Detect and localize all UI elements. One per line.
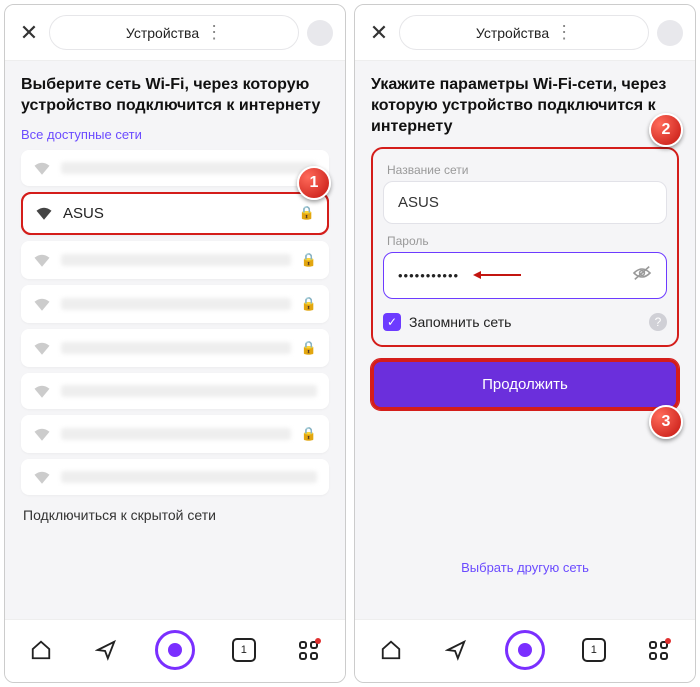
wifi-ssid-blurred [61,428,291,440]
wifi-icon [35,206,53,220]
screen-enter-password: ✕ Устройства ⋮ Укажите параметры Wi-Fi-с… [354,4,696,683]
nav-tabs-icon[interactable]: 1 [578,636,610,664]
wifi-ssid-blurred [61,342,291,354]
password-label: Пароль [387,234,663,248]
help-icon[interactable]: ? [649,313,667,331]
notification-dot [665,638,671,644]
content-area: Укажите параметры Wi-Fi-сети, через кото… [355,61,695,619]
wifi-icon [33,384,51,398]
more-icon[interactable]: ⋮ [555,22,572,43]
wifi-ssid-blurred [61,254,291,266]
lock-icon: 🔒 [301,340,317,356]
wifi-row[interactable] [21,150,329,186]
nav-alice-icon[interactable] [505,630,545,670]
nav-home-icon[interactable] [375,636,407,664]
page-title-pill[interactable]: Устройства ⋮ [49,15,299,50]
wifi-ssid-blurred [61,298,291,310]
content-area: Выберите сеть Wi-Fi, через которую устро… [5,61,345,619]
wifi-row[interactable]: 🔒 [21,285,329,323]
nav-home-icon[interactable] [25,636,57,664]
password-input[interactable]: ••••••••••• [383,252,667,299]
wifi-icon [33,341,51,355]
credentials-form: 2 Название сети ASUS Пароль ••••••••••• … [371,147,679,347]
continue-button[interactable]: Продолжить [371,359,679,410]
lock-icon: 🔒 [301,296,317,312]
arrow-left-icon [473,267,521,284]
wifi-row[interactable]: 🔒 [21,241,329,279]
bottom-nav: 1 [355,619,695,682]
nav-send-icon[interactable] [90,636,122,664]
nav-services-icon[interactable] [643,636,675,664]
wifi-list: ASUS 🔒 1 🔒 🔒 🔒 [21,150,329,495]
hidden-network-link[interactable]: Подключиться к скрытой сети [21,495,329,535]
wifi-ssid-blurred [61,162,317,174]
more-icon[interactable]: ⋮ [205,22,222,43]
close-icon[interactable]: ✕ [367,20,391,46]
wifi-row[interactable]: 🔒 [21,329,329,367]
page-title-pill[interactable]: Устройства ⋮ [399,15,649,50]
wifi-icon [33,161,51,175]
checkbox-checked-icon[interactable]: ✓ [383,313,401,331]
screen-select-network: ✕ Устройства ⋮ Выберите сеть Wi-Fi, чере… [4,4,346,683]
wifi-row[interactable] [21,373,329,409]
ssid-label: Название сети [387,163,663,177]
heading: Укажите параметры Wi-Fi-сети, через кото… [371,75,679,137]
nav-services-icon[interactable] [293,636,325,664]
heading: Выберите сеть Wi-Fi, через которую устро… [21,75,329,117]
header: ✕ Устройства ⋮ [5,5,345,61]
avatar[interactable] [657,20,683,46]
remember-label: Запомнить сеть [409,314,511,330]
callout-badge-1: 1 [297,166,331,200]
close-icon[interactable]: ✕ [17,20,41,46]
wifi-row[interactable] [21,459,329,495]
eye-off-icon[interactable] [632,265,652,286]
bottom-nav: 1 [5,619,345,682]
lock-icon: 🔒 [299,205,315,221]
notification-dot [315,638,321,644]
ssid-input[interactable]: ASUS [383,181,667,224]
page-title: Устройства [126,25,199,41]
wifi-row[interactable]: 🔒 [21,415,329,453]
remember-row[interactable]: ✓ Запомнить сеть ? [383,313,667,331]
callout-badge-3: 3 [649,405,683,439]
wifi-row-selected[interactable]: ASUS 🔒 1 [21,192,329,235]
nav-tabs-icon[interactable]: 1 [228,636,260,664]
wifi-icon [33,253,51,267]
ssid-value: ASUS [398,194,439,211]
lock-icon: 🔒 [301,426,317,442]
nav-alice-icon[interactable] [155,630,195,670]
wifi-ssid-blurred [61,471,317,483]
password-value: ••••••••••• [398,268,459,283]
wifi-ssid: ASUS [63,205,289,222]
wifi-icon [33,470,51,484]
wifi-icon [33,427,51,441]
nav-send-icon[interactable] [440,636,472,664]
wifi-icon [33,297,51,311]
lock-icon: 🔒 [301,252,317,268]
page-title: Устройства [476,25,549,41]
all-networks-link[interactable]: Все доступные сети [21,127,329,142]
avatar[interactable] [307,20,333,46]
callout-badge-2: 2 [649,113,683,147]
wifi-ssid-blurred [61,385,317,397]
choose-other-network-link[interactable]: Выбрать другую сеть [371,560,679,575]
header: ✕ Устройства ⋮ [355,5,695,61]
